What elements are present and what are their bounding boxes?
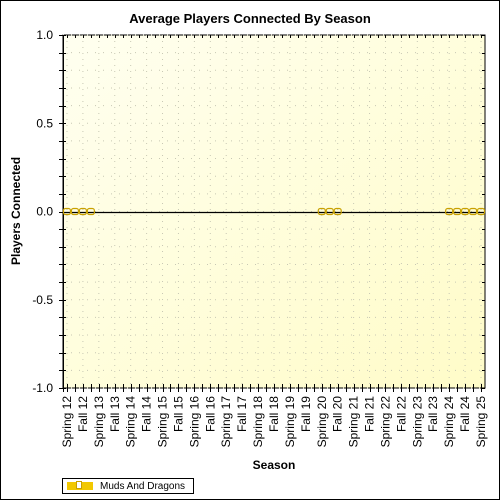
x-tick-label: Fall 21: [363, 396, 377, 432]
x-tick-label: Fall 13: [108, 396, 122, 432]
y-tick-label: 1.0: [36, 28, 53, 42]
chart-svg: Average Players Connected By Season 1.0 0…: [9, 11, 488, 472]
x-tick-label: Fall 18: [267, 396, 281, 432]
x-tick-label: Spring 19: [283, 396, 297, 448]
x-tick-label: Spring 15: [156, 396, 170, 448]
x-tick-label: Spring 13: [92, 396, 106, 448]
x-tick-label: Fall 17: [235, 396, 249, 432]
legend-swatch-icon: [67, 481, 93, 490]
x-tick-label: Spring 17: [219, 396, 233, 448]
x-tick-label: Spring 18: [251, 396, 265, 448]
chart-title: Average Players Connected By Season: [129, 11, 371, 26]
x-tick-label: Fall 12: [76, 396, 90, 432]
x-tick-label: Spring 23: [410, 396, 424, 448]
x-tick-label: Spring 22: [378, 396, 392, 448]
x-tick-label: Fall 23: [426, 396, 440, 432]
x-tick-label: Fall 14: [140, 396, 154, 432]
chart-frame: Average Players Connected By Season 1.0 0…: [0, 0, 500, 500]
x-axis-label: Season: [253, 458, 296, 472]
x-tick-label: Spring 12: [60, 396, 74, 448]
x-tick-label: Fall 16: [203, 396, 217, 432]
x-tick-label: Fall 15: [171, 396, 185, 432]
legend: Muds And Dragons: [62, 478, 195, 494]
y-tick-label: 0.5: [36, 116, 53, 130]
x-tick-label: Fall 24: [458, 396, 472, 432]
y-tick-label: -0.5: [32, 293, 53, 307]
x-tick-label: Fall 22: [394, 396, 408, 432]
x-tick-label: Spring 16: [187, 396, 201, 448]
x-tick-label: Fall 19: [299, 396, 313, 432]
y-tick-label: 0.0: [36, 205, 53, 219]
x-tick-label: Spring 24: [442, 396, 456, 448]
x-tick-label: Spring 21: [347, 396, 361, 448]
x-tick-label: Spring 25: [474, 396, 488, 448]
x-tick-label: Spring 20: [315, 396, 329, 448]
y-axis-label: Players Connected: [9, 157, 23, 265]
y-tick-label: -1.0: [32, 381, 53, 395]
legend-label: Muds And Dragons: [100, 480, 186, 492]
x-tick-label: Fall 20: [331, 396, 345, 432]
x-tick-label: Spring 14: [124, 396, 138, 448]
